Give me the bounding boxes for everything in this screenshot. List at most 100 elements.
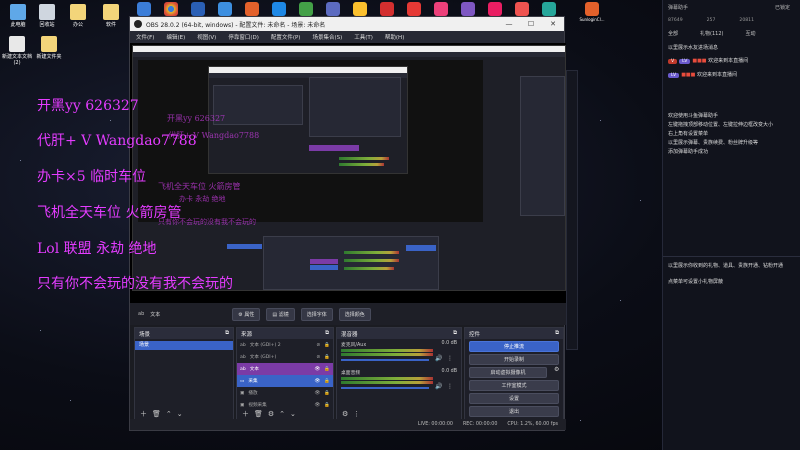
virtual-camera-settings-icon[interactable]: ⚙ (554, 366, 559, 373)
move-down-button[interactable]: ⌄ (290, 410, 296, 418)
more-options-button[interactable]: ⋮ (353, 410, 360, 418)
chat-message: 以里展示弹幕、贵族续费、粉丝牌升级等 (668, 140, 759, 146)
visibility-hidden-icon[interactable]: ⊘ (316, 355, 320, 360)
select-font-button[interactable]: 选择字体 (300, 307, 333, 321)
studio-mode-button[interactable]: 工作室模式 (469, 380, 559, 391)
tab-interact[interactable]: 互动 (745, 30, 755, 37)
desktop-icon-recycle-bin[interactable]: 回收站 (32, 4, 62, 28)
volume-slider[interactable] (341, 359, 429, 361)
undock-icon[interactable]: ⧉ (453, 330, 457, 337)
stop-streaming-button[interactable]: 停止推流 (469, 341, 559, 352)
menu-scene-collection[interactable]: 场景集合(S) (312, 33, 342, 41)
source-item[interactable]: ab 文本 👁 🔒 (237, 363, 333, 375)
undock-icon[interactable]: ⧉ (555, 330, 559, 337)
app-icon[interactable] (484, 2, 506, 17)
desktop-icon-this-pc[interactable]: 此电脑 (3, 4, 33, 28)
source-toolbar: ab 文本 ⚙ 属性 ▤ 滤镜 选择字体 选择颜色 (130, 303, 566, 325)
app-icon[interactable] (511, 2, 533, 17)
lock-icon[interactable]: 🔒 (324, 367, 330, 372)
tab-gifts[interactable]: 礼物(112) (700, 30, 723, 37)
menu-edit[interactable]: 编辑(E) (166, 33, 185, 41)
folder-icon (103, 4, 119, 20)
menu-file[interactable]: 文件(F) (136, 33, 154, 41)
settings-button[interactable]: 设置 (469, 393, 559, 404)
app-icon[interactable] (133, 2, 155, 17)
folder-icon (70, 4, 86, 20)
menu-profile[interactable]: 配置文件(P) (271, 33, 301, 41)
speaker-icon[interactable]: 🔊 (435, 355, 442, 362)
volume-slider[interactable] (341, 387, 429, 389)
sunlogin-icon[interactable]: SunloginCl... (572, 2, 612, 22)
remove-scene-button[interactable]: 🗑 (152, 410, 161, 418)
menu-help[interactable]: 帮助(H) (385, 33, 404, 41)
app-icon[interactable] (430, 2, 452, 17)
remove-source-button[interactable]: 🗑 (254, 410, 263, 418)
visibility-hidden-icon[interactable]: ⊘ (316, 343, 320, 348)
properties-button[interactable]: ⚙ 属性 (232, 307, 261, 321)
more-options-icon[interactable]: ⋮ (447, 383, 453, 390)
camera-icon: ▣ (240, 402, 245, 408)
move-up-button[interactable]: ⌃ (279, 410, 285, 418)
desktop-icon-label: 回收站 (39, 22, 55, 28)
move-up-button[interactable]: ⌃ (166, 410, 172, 418)
eye-icon[interactable]: 👁 (314, 379, 320, 384)
close-button[interactable]: ✕ (542, 20, 564, 28)
source-item[interactable]: ab 文本 (GDI+) 2 ⊘ 🔒 (237, 339, 333, 351)
app-icon[interactable] (322, 2, 344, 17)
app-icon[interactable] (295, 2, 317, 17)
lock-icon[interactable]: 🔒 (324, 391, 330, 396)
app-icon[interactable] (187, 2, 209, 17)
desktop-icon-new-folder[interactable]: 新建文件夹 (34, 36, 64, 60)
gear-icon: ⚙ (238, 311, 243, 318)
app-icon[interactable] (349, 2, 371, 17)
menu-view[interactable]: 视图(V) (197, 33, 216, 41)
app-icon[interactable] (241, 2, 263, 17)
lock-icon[interactable]: 🔒 (324, 355, 330, 360)
app-icon[interactable] (268, 2, 290, 17)
app-icon-graphic (272, 2, 286, 16)
add-scene-button[interactable]: ＋ (140, 409, 147, 419)
app-icon[interactable] (376, 2, 398, 17)
exit-button[interactable]: 退出 (469, 406, 559, 417)
move-down-button[interactable]: ⌄ (177, 410, 183, 418)
tab-all[interactable]: 全部 (668, 30, 678, 37)
desktop-icon-office[interactable]: 办公 (63, 4, 93, 28)
source-item[interactable]: ▣ 播放 👁 🔒 (237, 387, 333, 399)
side-scrollbar[interactable] (566, 70, 578, 350)
app-icon[interactable] (403, 2, 425, 17)
ghost-text: 飞机全天车位 火箭房管 (158, 182, 241, 191)
select-color-button[interactable]: 选择颜色 (338, 307, 371, 321)
start-virtual-camera-button[interactable]: 启动虚拟摄像机 (469, 367, 547, 378)
undock-icon[interactable]: ⧉ (325, 330, 329, 337)
app-icon-graphic (326, 2, 340, 16)
eye-icon[interactable]: 👁 (314, 367, 320, 372)
lock-icon[interactable]: 🔒 (324, 343, 330, 348)
more-options-icon[interactable]: ⋮ (447, 355, 453, 362)
menu-tools[interactable]: 工具(T) (354, 33, 373, 41)
app-icon[interactable] (457, 2, 479, 17)
minimize-button[interactable]: — (498, 20, 520, 28)
preview-canvas[interactable]: 开黑yy 626327 代肝+ V Wangdao7788 飞机全天车位 火箭房… (130, 43, 566, 303)
speaker-icon[interactable]: 🔊 (435, 383, 442, 390)
eye-icon[interactable]: 👁 (314, 403, 320, 408)
source-item[interactable]: ▭ 采集 👁 🔒 (237, 375, 333, 387)
desktop-icon-text-file[interactable]: 新建文本文档 (2) (1, 36, 33, 66)
overlay-text-line: 开黑yy 626327 (37, 98, 139, 114)
start-recording-button[interactable]: 开始录制 (469, 354, 559, 365)
menu-docks[interactable]: 停靠窗口(D) (228, 33, 259, 41)
app-icon[interactable] (538, 2, 560, 17)
lock-icon[interactable]: 🔒 (324, 403, 330, 408)
scene-item[interactable]: 场景 (135, 341, 233, 350)
undock-icon[interactable]: ⧉ (225, 330, 229, 337)
lock-icon[interactable]: 🔒 (324, 379, 330, 384)
app-icon[interactable] (214, 2, 236, 17)
mixer-settings-button[interactable]: ⚙ (342, 410, 348, 418)
source-item[interactable]: ab 文本 (GDI+) ⊘ 🔒 (237, 351, 333, 363)
filters-button[interactable]: ▤ 滤镜 (266, 307, 295, 321)
desktop-icon-software[interactable]: 软件 (96, 4, 126, 28)
eye-icon[interactable]: 👁 (314, 391, 320, 396)
chrome-icon[interactable] (160, 2, 182, 17)
add-source-button[interactable]: ＋ (242, 409, 249, 419)
source-settings-button[interactable]: ⚙ (268, 410, 274, 418)
maximize-button[interactable]: ☐ (520, 20, 542, 28)
